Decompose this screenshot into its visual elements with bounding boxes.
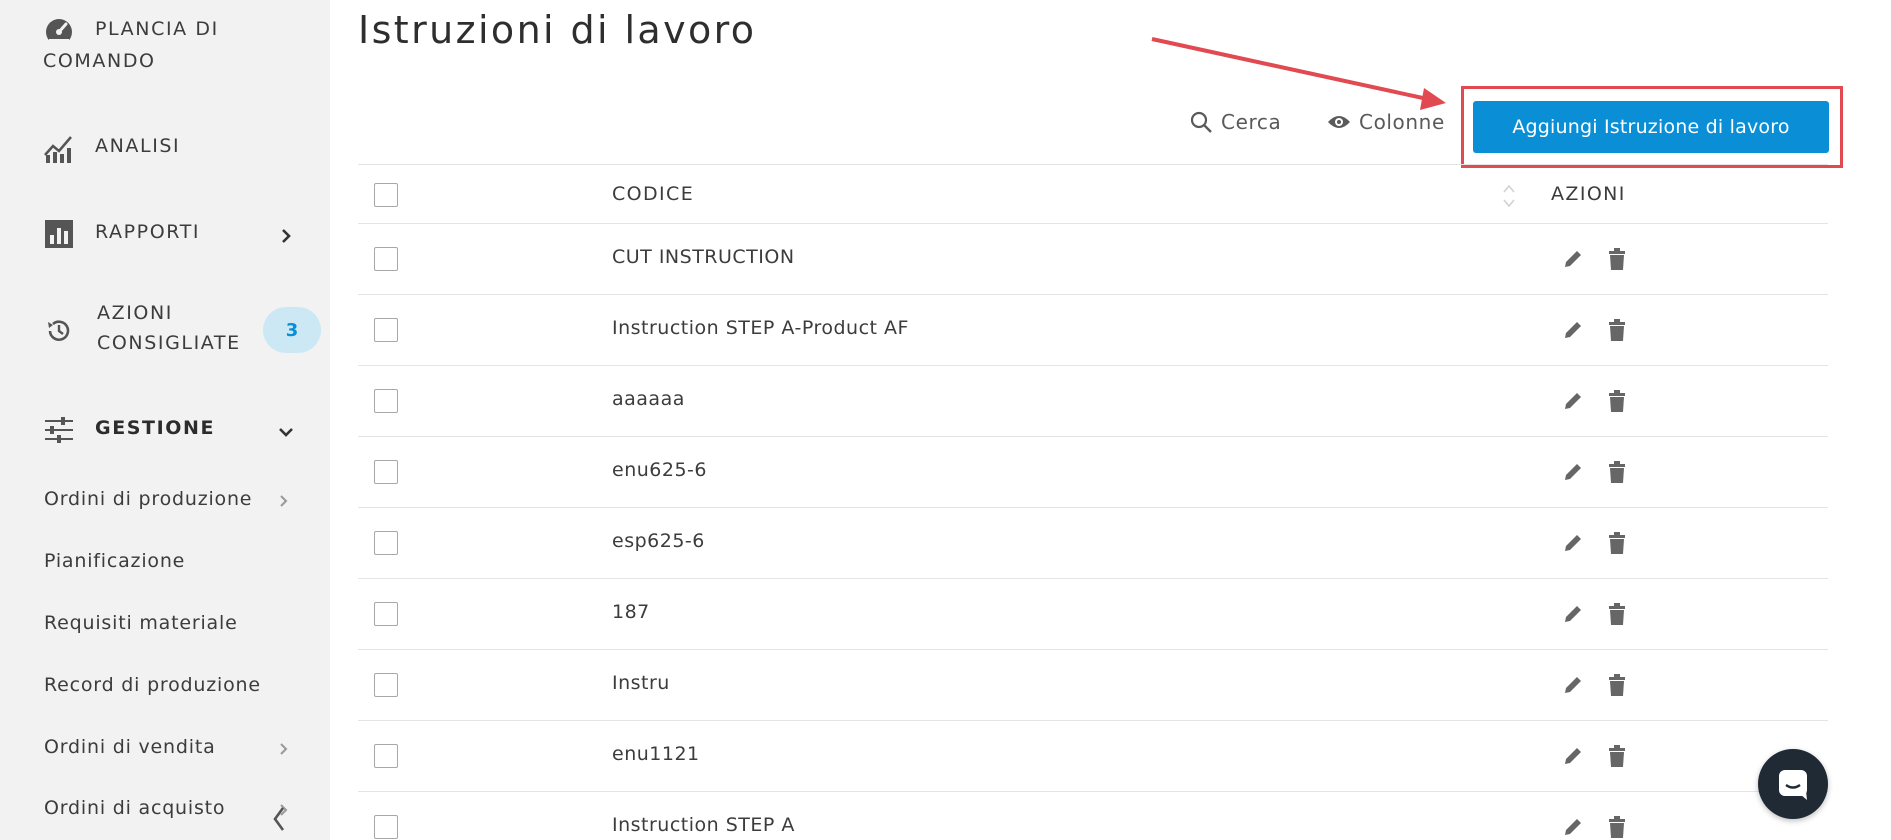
chevron-left-icon [273,807,285,831]
trash-icon[interactable] [1604,246,1630,272]
sort-icon[interactable] [1502,183,1516,209]
annotation-arrow [1151,37,1446,110]
pencil-icon[interactable] [1560,601,1586,627]
table-row: esp625-6 [358,508,1828,579]
trash-icon[interactable] [1604,743,1630,769]
bar-chart-icon [42,217,76,251]
page-title: Istruzioni di lavoro [358,8,757,52]
chevron-right-icon [276,226,296,246]
pencil-icon[interactable] [1560,814,1586,840]
table-row: Instruction STEP A [358,792,1828,840]
row-checkbox[interactable] [374,460,398,484]
table-row: Instruction STEP A-Product AF [358,295,1828,366]
sidebar-subitem-label: Ordini di acquisto [44,797,226,819]
row-checkbox[interactable] [374,673,398,697]
chevron-right-icon [276,741,292,757]
row-checkbox[interactable] [374,389,398,413]
sidebar-subitem-production-records[interactable]: Record di produzione [44,671,261,699]
sidebar-item-analytics[interactable]: ANALISI [0,128,330,168]
sidebar-subitem-label: Ordini di vendita [44,736,216,758]
sidebar-subitem-material-requirements[interactable]: Requisiti materiale [44,609,238,637]
table-header: CODICE AZIONI [358,164,1828,224]
column-header-code[interactable]: CODICE [612,183,694,205]
sidebar-subitem-label: Pianificazione [44,550,186,572]
sidebar-item-label: GESTIONE [95,417,216,439]
search-label: Cerca [1221,110,1282,134]
sidebar-subitem-sales-orders[interactable]: Ordini di vendita [44,733,216,761]
table-row: 187 [358,579,1828,650]
trash-icon[interactable] [1604,672,1630,698]
trash-icon[interactable] [1604,317,1630,343]
row-code: 187 [612,601,650,623]
row-code: enu625-6 [612,459,707,481]
row-code: enu1121 [612,743,700,765]
sidebar-item-management[interactable]: GESTIONE [0,410,330,450]
sidebar-item-label: ANALISI [95,135,181,157]
sidebar-item-label: COMANDO [43,50,156,72]
trash-icon[interactable] [1604,459,1630,485]
search-icon [1190,111,1212,133]
sidebar-item-label: AZIONI [97,302,173,324]
sidebar-item-recommended-actions[interactable]: AZIONI CONSIGLIATE 3 [0,298,330,362]
history-icon [42,314,76,348]
table-row: enu1121 [358,721,1828,792]
trash-icon[interactable] [1604,601,1630,627]
table-row: Instru [358,650,1828,721]
pencil-icon[interactable] [1560,672,1586,698]
chat-icon [1779,770,1807,800]
chevron-down-icon [276,422,296,442]
pencil-icon[interactable] [1560,388,1586,414]
row-code: Instru [612,672,670,694]
row-checkbox[interactable] [374,531,398,555]
trash-icon[interactable] [1604,530,1630,556]
row-code: CUT INSTRUCTION [612,246,795,268]
table-row: aaaaaa [358,366,1828,437]
collapse-sidebar-button[interactable] [268,804,290,834]
search-button[interactable]: Cerca [1189,110,1281,134]
sidebar-subitem-label: Requisiti materiale [44,612,238,634]
row-checkbox[interactable] [374,318,398,342]
analytics-chart-icon [42,131,76,165]
columns-label: Colonne [1359,110,1445,134]
table-row: enu625-6 [358,437,1828,508]
speedometer-icon [42,14,76,48]
row-code: Instruction STEP A-Product AF [612,317,909,339]
count-badge: 3 [263,307,321,353]
work-instructions-table: CODICE AZIONI CUT INSTRUCTION Instructio… [358,164,1828,840]
sidebar-item-label: CONSIGLIATE [97,332,241,354]
pencil-icon[interactable] [1560,743,1586,769]
sidebar-subitem-purchase-orders[interactable]: Ordini di acquisto [44,794,225,822]
sliders-icon [42,413,76,447]
row-checkbox[interactable] [374,602,398,626]
sidebar-subitem-planning[interactable]: Pianificazione [44,547,185,575]
row-code: esp625-6 [612,530,705,552]
pencil-icon[interactable] [1560,317,1586,343]
eye-icon [1328,116,1350,128]
row-checkbox[interactable] [374,247,398,271]
row-code: Instruction STEP A [612,814,795,836]
chevron-right-icon [276,493,292,509]
trash-icon[interactable] [1604,814,1630,840]
pencil-icon[interactable] [1560,246,1586,272]
sidebar-subitem-label: Ordini di produzione [44,488,253,510]
sidebar-item-reports[interactable]: RAPPORTI [0,214,330,254]
pencil-icon[interactable] [1560,530,1586,556]
sidebar-subitem-label: Record di produzione [44,674,261,696]
row-checkbox[interactable] [374,815,398,839]
row-code: aaaaaa [612,388,685,410]
add-work-instruction-button[interactable]: Aggiungi Istruzione di lavoro [1473,101,1829,153]
sidebar-item-dashboard[interactable]: PLANCIA DI COMANDO [0,14,330,78]
sidebar-item-label: PLANCIA DI [95,18,219,40]
table-row: CUT INSTRUCTION [358,224,1828,295]
row-checkbox[interactable] [374,744,398,768]
chat-button[interactable] [1758,749,1828,819]
trash-icon[interactable] [1604,388,1630,414]
pencil-icon[interactable] [1560,459,1586,485]
columns-button[interactable]: Colonne [1327,110,1445,134]
select-all-checkbox[interactable] [374,183,398,207]
column-header-actions: AZIONI [1551,183,1626,205]
sidebar: PLANCIA DI COMANDO ANALISI RAPPORTI AZIO… [0,0,330,840]
sidebar-item-label: RAPPORTI [95,221,201,243]
sidebar-subitem-production-orders[interactable]: Ordini di produzione [44,485,252,513]
